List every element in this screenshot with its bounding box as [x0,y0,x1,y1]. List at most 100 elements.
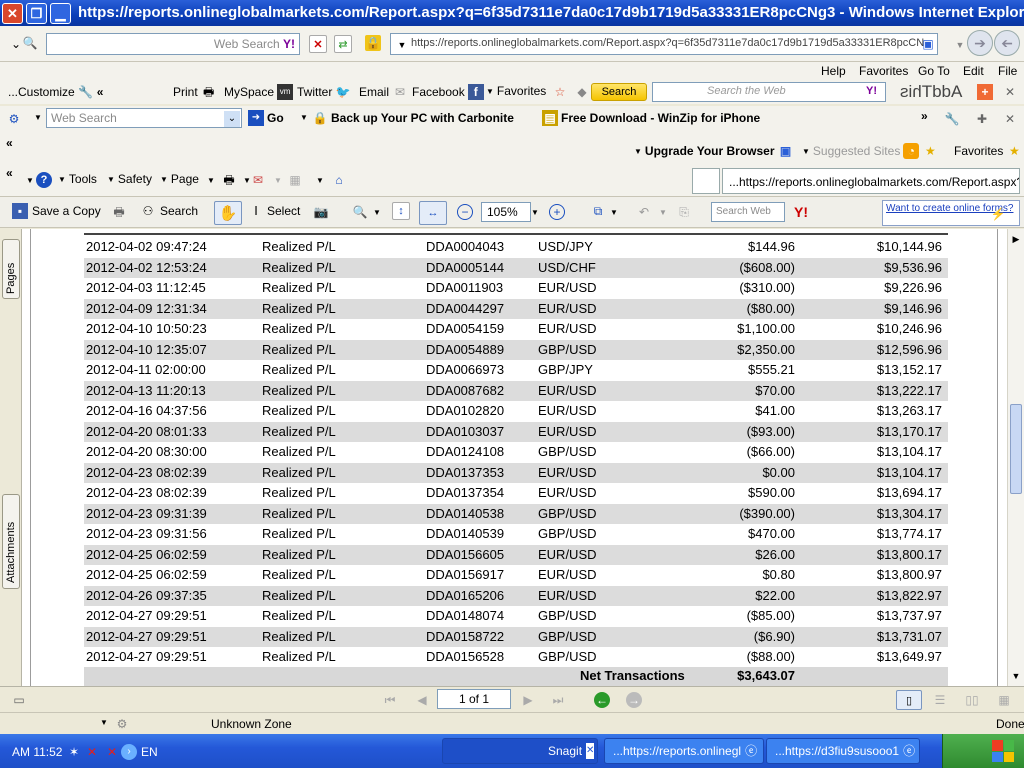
dropdown-arrow-icon[interactable]: ▼ [274,176,282,185]
restore-button[interactable]: ❐ [26,3,47,24]
fit-height-icon[interactable]: ↕ [392,202,410,220]
dropdown-arrow-icon[interactable]: ▼ [207,176,215,185]
browser-tab-blank[interactable] [692,168,720,194]
scroll-thumb[interactable] [1010,404,1022,494]
rotate-icon[interactable]: ↶ [636,204,652,220]
dropdown-arrow-icon[interactable]: ▼ [300,113,308,122]
zone-icon[interactable]: ⚙ [114,716,130,732]
facing-view-icon[interactable]: ▯▯ [964,692,980,708]
winzip-link[interactable]: ▤ Free Download - WinZip for iPhone [542,110,760,126]
taskbar-item-d3fiu[interactable]: ...https://d3fiu9susooo1 ⓔ [766,738,920,764]
start-button[interactable] [942,734,1024,768]
feeds-icon[interactable]: ▦ [287,172,303,188]
search-icon[interactable]: 🔍 [22,35,38,51]
scroll-up-icon[interactable]: ▶ [1008,231,1024,247]
network-tray-icon[interactable]: ✕ [104,744,120,760]
carbonite-link[interactable]: 🔒 Back up Your PC with Carbonite [312,110,514,126]
upgrade-browser-link[interactable]: ▼ Upgrade Your Browser ▣ [634,143,794,159]
first-page-icon[interactable]: ⏮ [382,692,398,708]
favorites-dropdown[interactable]: ▼ Favorites [486,84,546,98]
vertical-scrollbar[interactable]: ▶ ▼ [1007,229,1024,686]
taskbar-item-reports[interactable]: ...https://reports.onlinegl ⓔ [604,738,764,764]
dropdown-arrow-icon[interactable]: ▼ [100,718,108,727]
snapshot-camera-icon[interactable]: 📷 [311,204,331,220]
addthis-search-button[interactable]: Search [591,83,647,101]
hand-tool-icon[interactable]: ✋ [214,201,242,225]
page-number-input[interactable]: 1 of 1 [437,689,511,709]
fit-width-icon[interactable]: ↔ [419,201,447,225]
browser-tab-active[interactable]: ...https://reports.onlineglobalmarkets.c… [722,168,1020,194]
zoom-level-input[interactable]: 105% [481,202,531,222]
history-dropdown-icon[interactable]: ▼ [952,37,968,53]
chevron-down-icon[interactable]: ⌄ [224,111,240,127]
help-icon[interactable]: ? [36,172,52,188]
attachments-tab[interactable]: Attachments [2,494,20,589]
page-layout-icon[interactable]: ⧉ [588,203,608,219]
pages-tab[interactable]: Pages [2,239,20,299]
copy-icon[interactable]: ⎘ [676,204,692,220]
dropdown-arrow-icon[interactable]: ▼ [373,208,381,217]
dropdown-arrow-icon[interactable]: ▼ [394,37,410,53]
single-page-view-icon[interactable]: ▯ [896,690,922,710]
plus-icon[interactable]: ✚ [974,111,990,127]
dropdown-arrow-icon[interactable]: ▼ [610,208,618,217]
select-tool-button[interactable]: Ⅰ Select [248,203,300,219]
dropdown-arrow-icon[interactable]: ▼ [316,176,324,185]
next-page-icon[interactable]: ▶ [520,692,536,708]
menu-goto[interactable]: Go To [918,64,950,78]
menu-edit[interactable]: Edit [963,64,984,78]
zoom-in-icon[interactable]: 🔍 [352,204,368,220]
next-view-icon[interactable]: → [626,692,642,708]
tools-menu[interactable]: ▼ Tools [58,172,97,186]
suggested-sites-link[interactable]: ▼ Suggested Sites ◔ ★ [802,143,938,159]
twitter-button[interactable]: Twitter 🐦 [297,84,351,100]
favorites-button[interactable]: Favorites ★ [954,143,1022,159]
menu-help[interactable]: Help [821,64,846,78]
language-indicator[interactable]: EN [141,745,158,759]
addthis-plus-icon[interactable]: + [977,84,993,100]
toolbar-logo-icon[interactable]: ⚙ [6,111,22,127]
menu-file[interactable]: File [998,64,1017,78]
url-field[interactable]: https://reports.onlineglobalmarkets.com/… [390,33,938,55]
facebook-button[interactable]: Facebook f [412,84,484,100]
zoom-in-plus-icon[interactable]: + [549,204,565,220]
arrow-tray-icon[interactable]: › [121,744,137,760]
refresh-icon[interactable]: ⇄ [334,35,352,53]
continuous-facing-view-icon[interactable]: ▦ [996,692,1012,708]
clock[interactable]: AM 11:52 [12,745,62,759]
dropdown-arrow-icon[interactable]: ▼ [659,208,667,217]
dropdown-arrow-icon[interactable]: ▼ [34,113,42,122]
menu-favorites[interactable]: Favorites [859,64,908,78]
acrobat-search-web-input[interactable]: Search Web [711,202,785,222]
stop-icon[interactable]: ✕ [309,35,327,53]
printer-icon[interactable]: 🖶 [109,204,129,220]
search-button[interactable]: ⚇ Search [140,203,198,219]
previous-page-icon[interactable]: ◀ [414,692,430,708]
panel-toggle-icon[interactable]: ▭ [11,692,27,708]
lock-icon[interactable]: 🔒 [365,35,381,51]
forward-button[interactable]: ➔ [994,30,1020,56]
star-outline-icon[interactable]: ☆ [552,84,568,100]
home-icon[interactable]: ⌂ [331,172,347,188]
close-icon[interactable]: ✕ [1002,111,1018,127]
compatibility-view-icon[interactable]: ▣ [920,36,936,52]
myspace-button[interactable]: MySpace vm [224,84,294,100]
yahoo-icon[interactable]: Y! [794,204,808,220]
page-menu[interactable]: ▼ Page [160,172,199,186]
star-tray-icon[interactable]: ✶ [66,744,82,760]
customize-button[interactable]: ...Customize 🔧 « [8,84,103,100]
minimize-button[interactable]: ▁ [50,3,71,24]
dropdown-arrow-icon[interactable]: ▼ [26,176,34,185]
chevron-double-left-icon[interactable]: « [6,166,13,180]
scroll-down-icon[interactable]: ▼ [1008,668,1024,684]
last-page-icon[interactable]: ⏭ [550,692,566,708]
addthis-search-input[interactable]: Search the Web [652,82,886,102]
continuous-view-icon[interactable]: ☰ [932,692,948,708]
taskbar-item-snagit[interactable]: Snagit ✕ [540,738,598,764]
wrench-icon[interactable]: 🔧 [944,111,960,127]
antivirus-tray-icon[interactable]: ✕ [84,744,100,760]
chevron-double-icon[interactable]: » [921,109,928,123]
read-mail-icon[interactable]: ✉ [250,172,266,188]
back-button[interactable]: ➔ [967,30,993,56]
close-button[interactable]: ✕ [2,3,23,24]
